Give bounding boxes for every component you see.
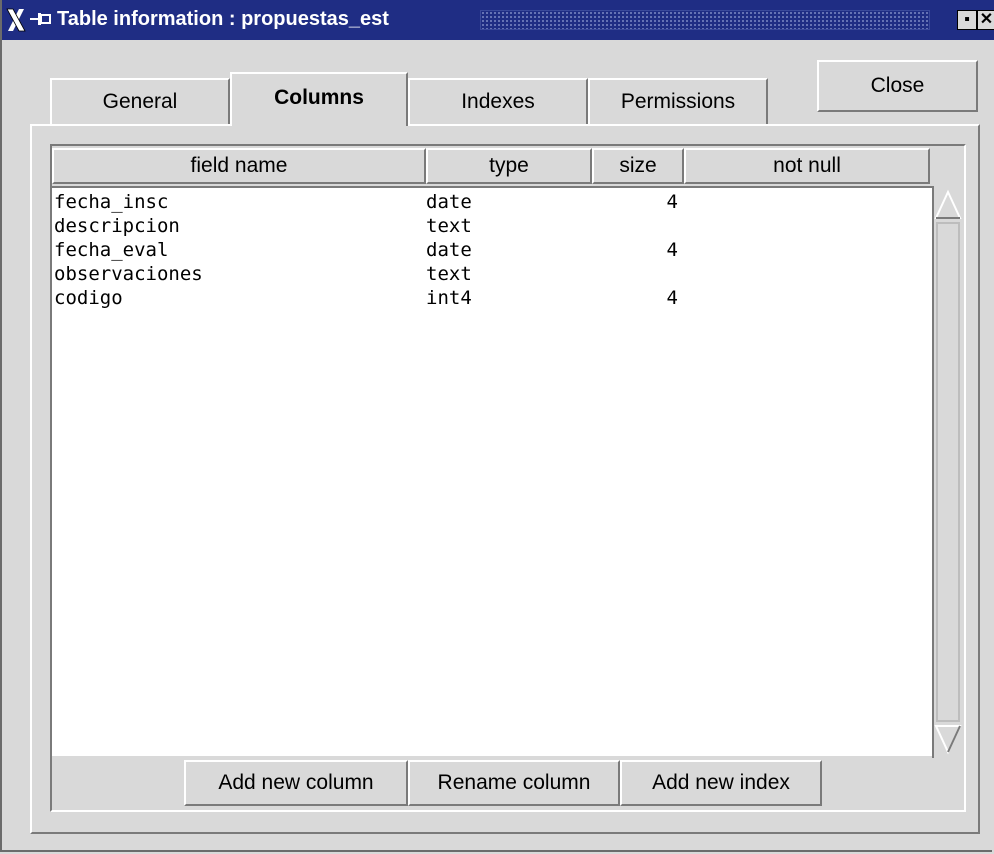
table-row-type[interactable]: date [426,238,472,262]
table-row-type[interactable]: text [426,214,472,238]
table-row-type[interactable]: text [426,262,472,286]
tab-general[interactable]: General [50,78,230,124]
header-type[interactable]: type [426,148,592,184]
title-bar[interactable]: Table information : propuestas_est ▪ ✕ [2,0,994,40]
close-button[interactable]: Close [817,60,978,112]
table-row-size[interactable]: 4 [662,190,678,214]
pin-icon[interactable] [30,10,52,28]
window-title: Table information : propuestas_est [57,8,389,30]
table-row-field-name[interactable]: codigo [54,286,123,310]
add-new-index-button[interactable]: Add new index [620,760,822,806]
table-information-window: Table information : propuestas_est ▪ ✕ G… [0,0,994,852]
title-bar-pattern [480,10,930,30]
triangle-down-icon[interactable] [934,722,962,756]
add-new-column-button[interactable]: Add new column [184,760,408,806]
triangle-up-icon[interactable] [934,188,962,222]
rename-column-button[interactable]: Rename column [408,760,620,806]
table-row-type[interactable]: date [426,190,472,214]
tab-permissions[interactable]: Permissions [588,78,768,124]
header-field-name[interactable]: field name [52,148,426,184]
table-row-size[interactable]: 4 [662,286,678,310]
table-row-field-name[interactable]: fecha_insc [54,190,168,214]
header-not-null[interactable]: not null [684,148,930,184]
x-logo-icon[interactable] [5,6,27,34]
tab-indexes[interactable]: Indexes [408,78,588,124]
table-row-field-name[interactable]: observaciones [54,262,203,286]
table-row-size[interactable]: 4 [662,238,678,262]
table-row-field-name[interactable]: fecha_eval [54,238,168,262]
header-size[interactable]: size [592,148,684,184]
minimize-button[interactable]: ▪ [957,10,977,30]
scrollbar-trough[interactable] [936,222,960,722]
close-window-button[interactable]: ✕ [977,10,994,30]
minimize-icon: ▪ [964,11,970,28]
table-row-type[interactable]: int4 [426,286,472,310]
table-row-field-name[interactable]: descripcion [54,214,180,238]
tab-columns[interactable]: Columns [230,72,408,126]
close-icon: ✕ [979,11,994,28]
columns-list[interactable]: fecha_insc date 4 descripcion text fecha… [52,186,932,756]
